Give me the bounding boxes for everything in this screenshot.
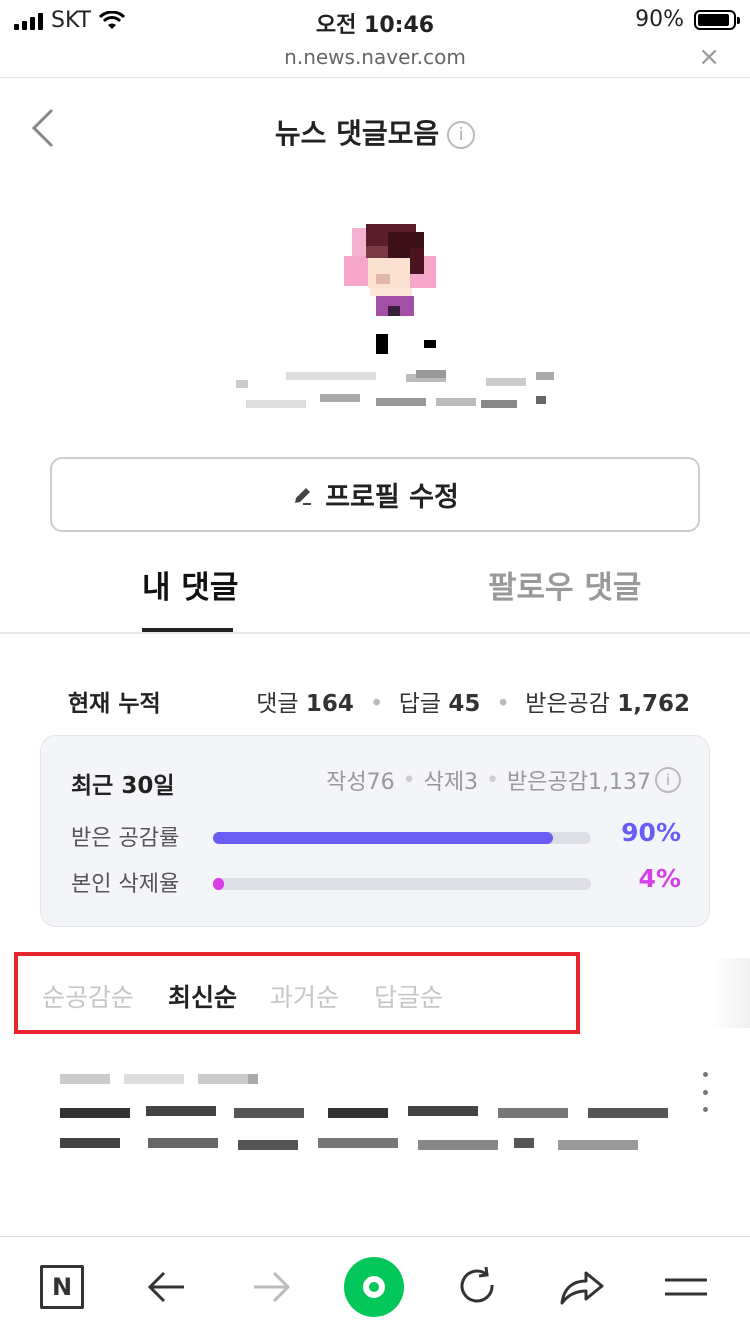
delete-rate-label: 본인 삭제율 [71, 872, 180, 897]
cumulative-label: 현재 누적 [68, 691, 161, 717]
sort-by-latest[interactable]: 최신순 [168, 978, 237, 1014]
status-right: 90% [635, 7, 740, 32]
nav-back-button[interactable] [136, 1257, 196, 1317]
profile-description-blurred [236, 370, 556, 416]
reload-icon[interactable] [456, 1265, 500, 1309]
page-title-text: 뉴스 댓글모음 [274, 117, 440, 150]
avatar [340, 222, 440, 318]
nav-forward-button[interactable] [242, 1257, 302, 1317]
recent-deleted: 삭제3 [423, 770, 479, 795]
like-rate-bar [213, 832, 591, 844]
share-button[interactable] [552, 1257, 612, 1317]
cumulative-stats: 현재 누적 댓글 164 • 답글 45 • 받은공감 1,762 [68, 684, 690, 717]
share-icon[interactable] [558, 1267, 606, 1307]
delete-rate-metric: 본인 삭제율 4% [71, 864, 681, 897]
delete-rate-value: 4% [638, 864, 681, 893]
recent-30-days-card: 최근 30일 작성76 • 삭제3 • 받은공감1,137 i 받은 공감률 90%… [40, 735, 710, 927]
menu-icon[interactable] [663, 1272, 709, 1302]
naver-n-letter: N [51, 1273, 73, 1301]
like-rate-bar-fill [213, 832, 554, 844]
url-bar[interactable]: n.news.naver.com × [0, 40, 750, 78]
menu-button[interactable] [656, 1257, 716, 1317]
info-icon[interactable]: i [655, 767, 681, 793]
sort-options: 순공감순 최신순 과거순 답글순 [14, 952, 580, 1034]
edit-profile-button[interactable]: 프로필 수정 [50, 457, 700, 532]
comments-count-label: 댓글 [256, 691, 299, 717]
edit-profile-label: 프로필 수정 [325, 482, 459, 513]
recent-written: 작성76 [326, 770, 395, 795]
green-dot-icon[interactable] [344, 1257, 404, 1317]
tab-my-comments[interactable]: 내 댓글 [142, 562, 238, 607]
cumulative-values: 댓글 164 • 답글 45 • 받은공감 1,762 [256, 691, 690, 717]
comments-count: 164 [305, 691, 354, 717]
sort-by-likes[interactable]: 순공감순 [42, 978, 134, 1014]
browser-toolbar: N [0, 1236, 750, 1334]
recent-stats: 작성76 • 삭제3 • 받은공감1,137 i [326, 764, 681, 796]
active-tab-indicator [142, 628, 233, 632]
delete-rate-bar-fill [213, 878, 225, 890]
comment-tabs: 내 댓글 팔로우 댓글 [0, 548, 750, 634]
info-icon[interactable]: i [447, 121, 476, 149]
sort-scroll-fade [712, 958, 750, 1028]
likes-count-label: 받은공감 [525, 691, 610, 717]
pencil-icon [295, 487, 312, 505]
delete-rate-bar [213, 878, 591, 890]
recent-likes: 받은공감1,137 [507, 770, 651, 795]
page-title: 뉴스 댓글모음 i [0, 112, 750, 152]
tab-follow-comments[interactable]: 팔로우 댓글 [488, 562, 641, 607]
naver-n-icon[interactable]: N [40, 1265, 84, 1309]
url-text[interactable]: n.news.naver.com [0, 45, 750, 69]
page-header: 뉴스 댓글모음 i [0, 78, 750, 184]
arrow-right-icon[interactable] [250, 1267, 294, 1307]
close-icon[interactable]: × [698, 42, 720, 72]
like-rate-label: 받은 공감률 [71, 826, 180, 851]
like-rate-value: 90% [621, 818, 681, 847]
arrow-left-icon[interactable] [144, 1267, 188, 1307]
reload-button[interactable] [448, 1257, 508, 1317]
battery-percent: 90% [635, 7, 684, 32]
replies-count: 45 [448, 691, 481, 717]
comment-item[interactable] [58, 1060, 688, 1170]
replies-count-label: 답글 [398, 691, 442, 717]
green-dot-button[interactable] [344, 1257, 404, 1317]
recent-title: 최근 30일 [71, 773, 175, 799]
more-vertical-icon[interactable] [698, 1072, 712, 1112]
battery-icon [694, 9, 740, 30]
sort-by-replies[interactable]: 답글순 [374, 978, 443, 1014]
likes-count: 1,762 [617, 691, 690, 717]
status-bar: SKT 오전 10:46 90% [0, 0, 750, 40]
sort-by-oldest[interactable]: 과거순 [270, 978, 339, 1014]
like-rate-metric: 받은 공감률 90% [71, 818, 681, 851]
naver-home-button[interactable]: N [32, 1257, 92, 1317]
